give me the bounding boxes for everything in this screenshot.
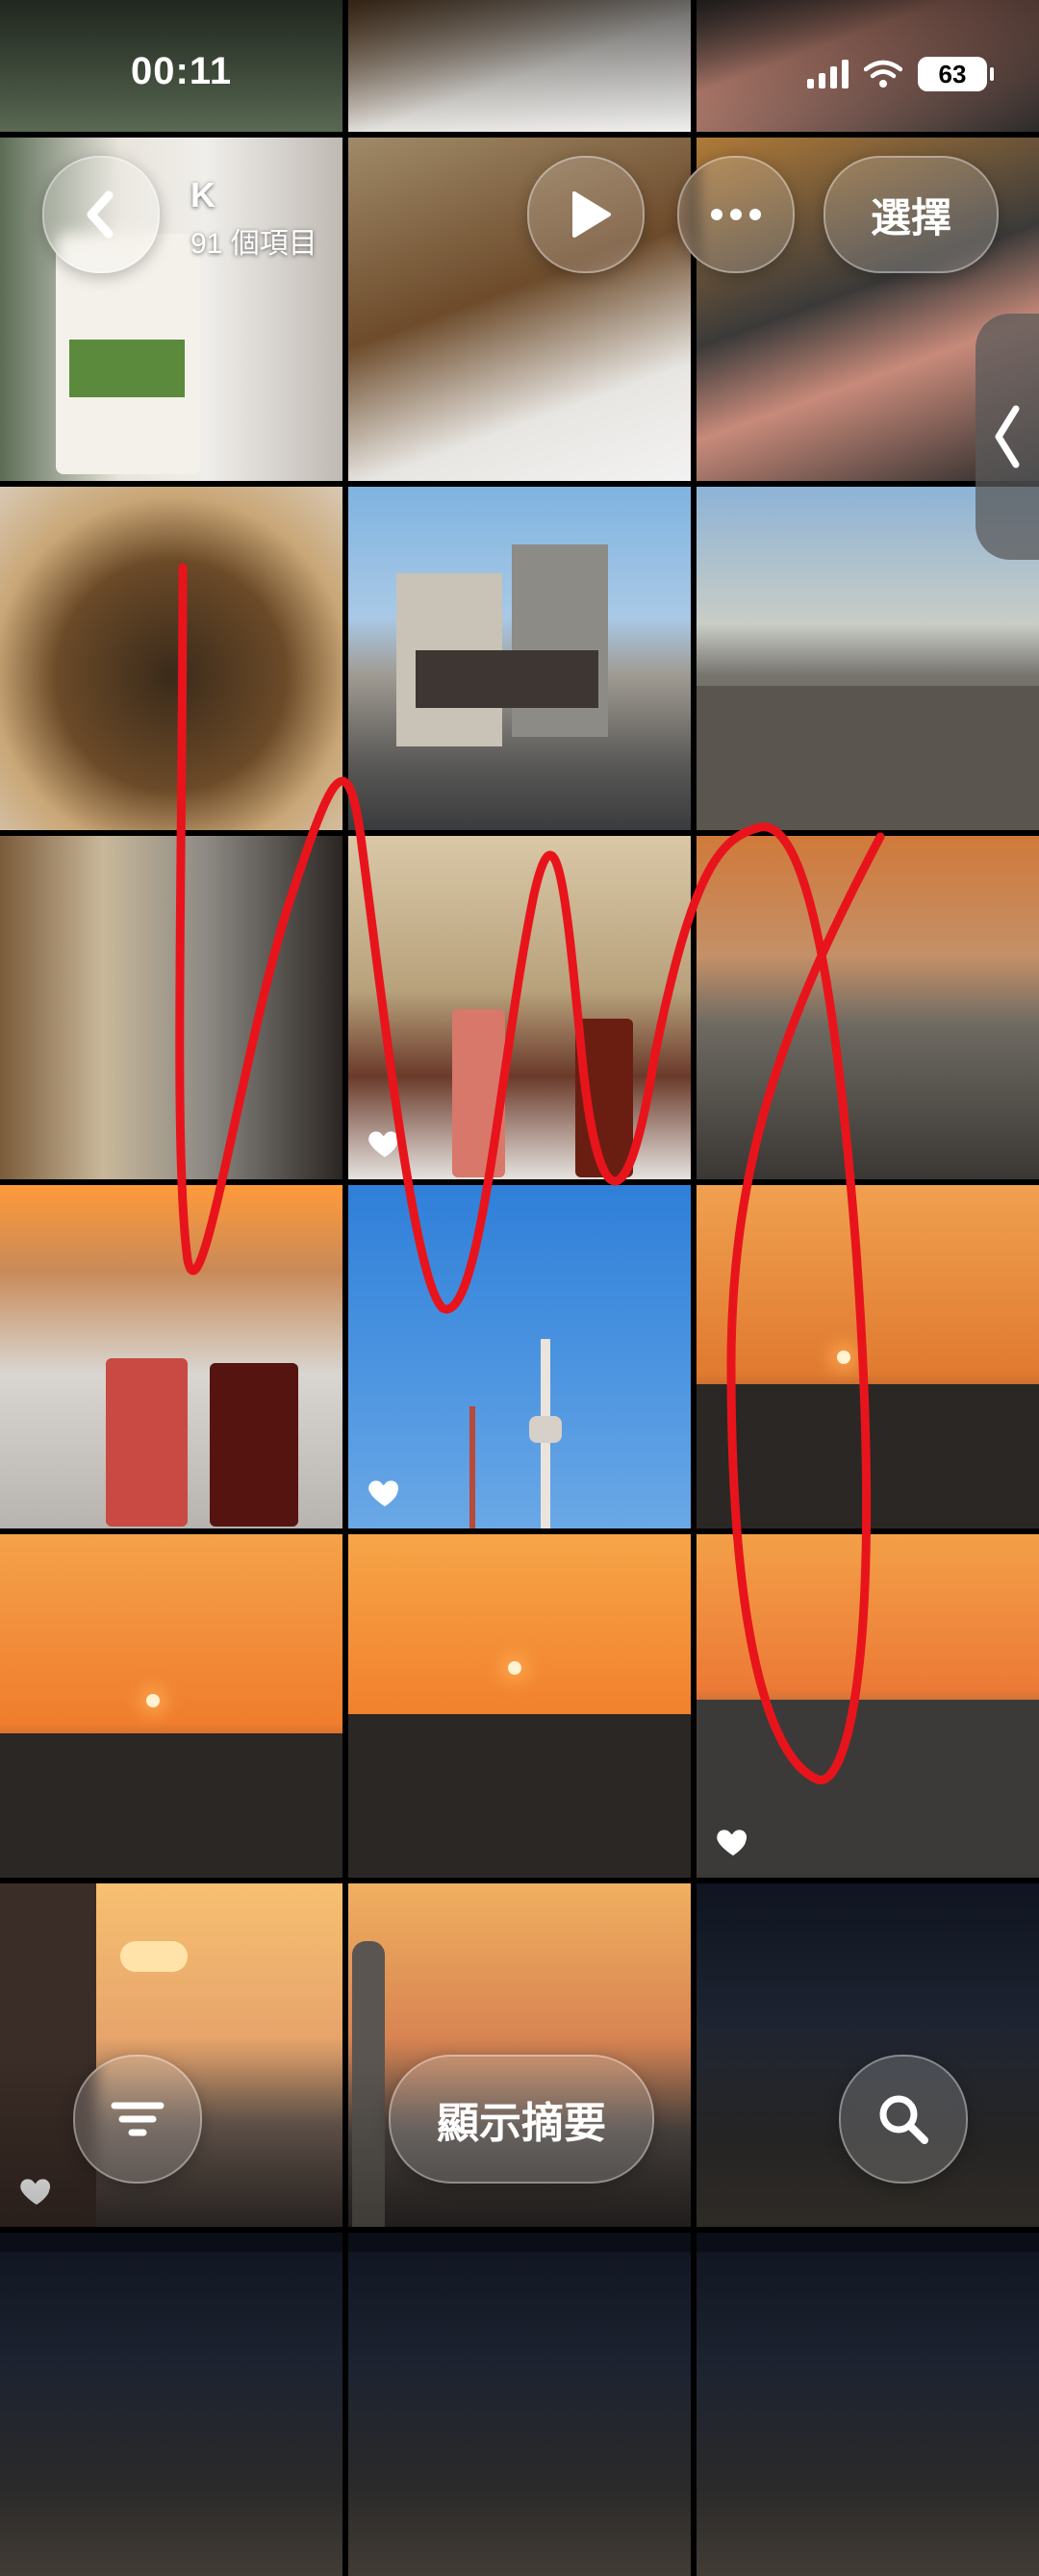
photo-tile[interactable] [348, 487, 691, 830]
search-icon [879, 2095, 928, 2144]
photo-tile[interactable] [697, 1185, 1039, 1528]
photo-tile[interactable] [697, 2233, 1039, 2576]
select-button[interactable]: 選擇 [824, 156, 999, 273]
show-summary-button[interactable]: 顯示摘要 [389, 2055, 654, 2184]
sidebar-toggle[interactable] [976, 314, 1039, 560]
photo-tile[interactable] [348, 2233, 691, 2576]
photo-tile[interactable] [0, 836, 342, 1179]
status-icons: 63 [807, 56, 994, 92]
filter-sort-button[interactable] [73, 2055, 202, 2184]
more-options-button[interactable] [677, 156, 795, 273]
photo-tile[interactable] [697, 836, 1039, 1179]
chevron-left-icon [995, 405, 1020, 468]
heart-icon [368, 1131, 399, 1157]
wifi-icon [864, 60, 902, 88]
photo-tile[interactable] [348, 1534, 691, 1878]
heart-icon [717, 1830, 748, 1856]
search-button[interactable] [839, 2055, 968, 2184]
photo-grid [0, 0, 1039, 2576]
heart-icon [368, 1480, 399, 1506]
slideshow-play-button[interactable] [527, 156, 645, 273]
battery-indicator: 63 [918, 57, 994, 91]
more-icon [711, 209, 761, 220]
photo-tile[interactable] [348, 1185, 691, 1528]
status-time: 00:11 [131, 50, 233, 92]
album-item-count: 91 個項目 [190, 228, 317, 260]
back-icon [87, 190, 114, 239]
back-button[interactable] [42, 156, 160, 273]
photo-tile[interactable] [0, 487, 342, 830]
signal-icon [807, 60, 849, 88]
filter-icon [111, 2102, 165, 2136]
photo-tile[interactable] [697, 1534, 1039, 1878]
photo-tile[interactable] [0, 2233, 342, 2576]
photo-tile[interactable] [0, 1185, 342, 1528]
photo-tile[interactable] [0, 1534, 342, 1878]
album-title: K [190, 175, 215, 215]
photo-tile[interactable] [348, 836, 691, 1179]
play-icon [572, 191, 611, 238]
